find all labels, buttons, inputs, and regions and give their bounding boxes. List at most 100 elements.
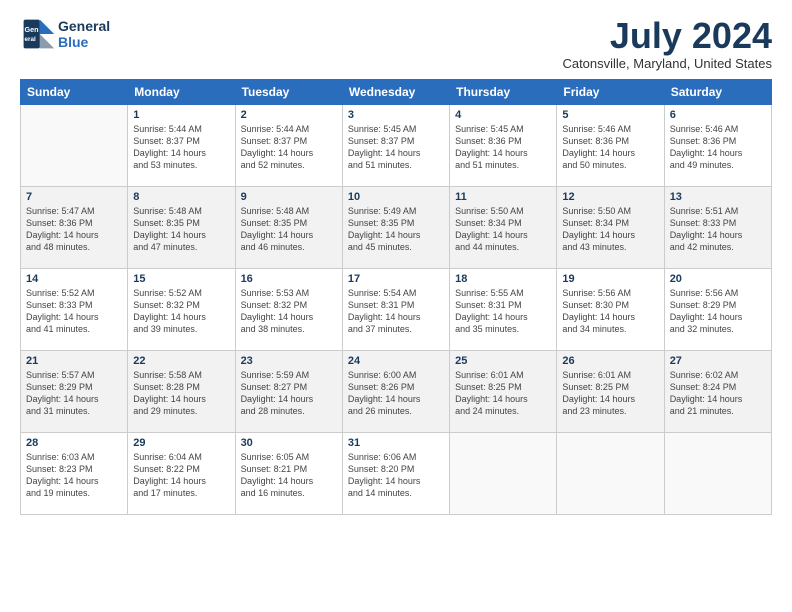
day-info: Sunrise: 5:59 AMSunset: 8:27 PMDaylight:… [241,369,337,418]
location: Catonsville, Maryland, United States [562,56,772,71]
day-number: 6 [670,109,766,121]
table-row: 23 Sunrise: 5:59 AMSunset: 8:27 PMDayligh… [235,350,342,432]
day-info: Sunrise: 6:02 AMSunset: 8:24 PMDaylight:… [670,369,766,418]
table-row: 19 Sunrise: 5:56 AMSunset: 8:30 PMDayligh… [557,268,664,350]
day-info: Sunrise: 5:45 AMSunset: 8:37 PMDaylight:… [348,123,444,172]
table-row: 16Sunrise: 5:53 AMSunset: 8:32 PMDayligh… [235,268,342,350]
calendar-header-row: Sunday Monday Tuesday Wednesday Thursday… [21,79,772,104]
header-sunday: Sunday [21,79,128,104]
table-row: 29 Sunrise: 6:04 AMSunset: 8:22 PMDayligh… [128,432,235,514]
day-number: 19 [562,273,658,285]
table-row: 6 Sunrise: 5:46 AMSunset: 8:36 PMDaylight… [664,104,771,186]
day-info: Sunrise: 5:55 AMSunset: 8:31 PMDaylight:… [455,287,551,336]
day-number: 30 [241,437,337,449]
day-info: Sunrise: 5:50 AMSunset: 8:34 PMDaylight:… [455,205,551,254]
table-row: 18 Sunrise: 5:55 AMSunset: 8:31 PMDayligh… [450,268,557,350]
day-number: 11 [455,191,551,203]
table-row: 21 Sunrise: 5:57 AMSunset: 8:29 PMDayligh… [21,350,128,432]
table-row: 27 Sunrise: 6:02 AMSunset: 8:24 PMDayligh… [664,350,771,432]
table-row: 1Sunrise: 5:44 AMSunset: 8:37 PMDaylight… [128,104,235,186]
day-info: Sunrise: 5:48 AMSunset: 8:35 PMDaylight:… [133,205,229,254]
table-row [450,432,557,514]
header-tuesday: Tuesday [235,79,342,104]
day-info: Sunrise: 5:56 AMSunset: 8:30 PMDaylight:… [562,287,658,336]
header-thursday: Thursday [450,79,557,104]
table-row: 5 Sunrise: 5:46 AMSunset: 8:36 PMDaylight… [557,104,664,186]
day-number: 22 [133,355,229,367]
title-area: July 2024 Catonsville, Maryland, United … [562,16,772,71]
table-row: 17 Sunrise: 5:54 AMSunset: 8:31 PMDayligh… [342,268,449,350]
day-info: Sunrise: 5:57 AMSunset: 8:29 PMDaylight:… [26,369,122,418]
day-number: 24 [348,355,444,367]
header-friday: Friday [557,79,664,104]
logo: Gen eral General Blue [20,16,110,52]
day-info: Sunrise: 5:52 AMSunset: 8:32 PMDaylight:… [133,287,229,336]
day-info: Sunrise: 5:46 AMSunset: 8:36 PMDaylight:… [562,123,658,172]
table-row: 15 Sunrise: 5:52 AMSunset: 8:32 PMDayligh… [128,268,235,350]
day-info: Sunrise: 5:56 AMSunset: 8:29 PMDaylight:… [670,287,766,336]
day-info: Sunrise: 6:01 AMSunset: 8:25 PMDaylight:… [455,369,551,418]
header-wednesday: Wednesday [342,79,449,104]
header-monday: Monday [128,79,235,104]
day-number: 3 [348,109,444,121]
table-row [557,432,664,514]
day-number: 23 [241,355,337,367]
table-row: 28Sunrise: 6:03 AMSunset: 8:23 PMDayligh… [21,432,128,514]
day-number: 15 [133,273,229,285]
table-row: 14 Sunrise: 5:52 AMSunset: 8:33 PMDayligh… [21,268,128,350]
day-info: Sunrise: 6:06 AMSunset: 8:20 PMDaylight:… [348,451,444,500]
day-number: 27 [670,355,766,367]
table-row: 13Sunrise: 5:51 AMSunset: 8:33 PMDayligh… [664,186,771,268]
day-info: Sunrise: 6:00 AMSunset: 8:26 PMDaylight:… [348,369,444,418]
table-row: 4Sunrise: 5:45 AMSunset: 8:36 PMDaylight… [450,104,557,186]
day-number: 5 [562,109,658,121]
page: Gen eral General Blue July 2024 Catonsvi… [0,0,792,612]
day-number: 10 [348,191,444,203]
table-row: 24 Sunrise: 6:00 AMSunset: 8:26 PMDayligh… [342,350,449,432]
calendar-week-row: 14 Sunrise: 5:52 AMSunset: 8:33 PMDayligh… [21,268,772,350]
day-number: 18 [455,273,551,285]
table-row: 8 Sunrise: 5:48 AMSunset: 8:35 PMDaylight… [128,186,235,268]
day-info: Sunrise: 5:50 AMSunset: 8:34 PMDaylight:… [562,205,658,254]
header: Gen eral General Blue July 2024 Catonsvi… [20,16,772,71]
svg-text:Gen: Gen [25,25,39,34]
header-saturday: Saturday [664,79,771,104]
day-number: 7 [26,191,122,203]
day-number: 8 [133,191,229,203]
day-number: 29 [133,437,229,449]
table-row: 22Sunrise: 5:58 AMSunset: 8:28 PMDayligh… [128,350,235,432]
day-info: Sunrise: 5:49 AMSunset: 8:35 PMDaylight:… [348,205,444,254]
table-row: 7 Sunrise: 5:47 AMSunset: 8:36 PMDaylight… [21,186,128,268]
svg-text:eral: eral [25,36,36,43]
day-number: 25 [455,355,551,367]
calendar-week-row: 1Sunrise: 5:44 AMSunset: 8:37 PMDaylight… [21,104,772,186]
day-number: 17 [348,273,444,285]
table-row [21,104,128,186]
day-number: 28 [26,437,122,449]
table-row: 9Sunrise: 5:48 AMSunset: 8:35 PMDaylight… [235,186,342,268]
day-info: Sunrise: 5:51 AMSunset: 8:33 PMDaylight:… [670,205,766,254]
table-row: 10 Sunrise: 5:49 AMSunset: 8:35 PMDayligh… [342,186,449,268]
day-info: Sunrise: 5:48 AMSunset: 8:35 PMDaylight:… [241,205,337,254]
day-info: Sunrise: 5:45 AMSunset: 8:36 PMDaylight:… [455,123,551,172]
day-info: Sunrise: 5:47 AMSunset: 8:36 PMDaylight:… [26,205,122,254]
day-info: Sunrise: 6:05 AMSunset: 8:21 PMDaylight:… [241,451,337,500]
day-info: Sunrise: 5:54 AMSunset: 8:31 PMDaylight:… [348,287,444,336]
table-row: 12 Sunrise: 5:50 AMSunset: 8:34 PMDayligh… [557,186,664,268]
table-row: 26Sunrise: 6:01 AMSunset: 8:25 PMDayligh… [557,350,664,432]
month-title: July 2024 [562,16,772,56]
day-info: Sunrise: 6:04 AMSunset: 8:22 PMDaylight:… [133,451,229,500]
day-info: Sunrise: 5:46 AMSunset: 8:36 PMDaylight:… [670,123,766,172]
table-row: 3 Sunrise: 5:45 AMSunset: 8:37 PMDaylight… [342,104,449,186]
day-number: 2 [241,109,337,121]
day-info: Sunrise: 6:01 AMSunset: 8:25 PMDaylight:… [562,369,658,418]
table-row: 20Sunrise: 5:56 AMSunset: 8:29 PMDayligh… [664,268,771,350]
day-number: 21 [26,355,122,367]
day-info: Sunrise: 5:44 AMSunset: 8:37 PMDaylight:… [133,123,229,172]
day-number: 12 [562,191,658,203]
day-number: 14 [26,273,122,285]
day-info: Sunrise: 5:52 AMSunset: 8:33 PMDaylight:… [26,287,122,336]
table-row [664,432,771,514]
table-row: 2Sunrise: 5:44 AMSunset: 8:37 PMDaylight… [235,104,342,186]
logo-icon: Gen eral [20,16,56,52]
